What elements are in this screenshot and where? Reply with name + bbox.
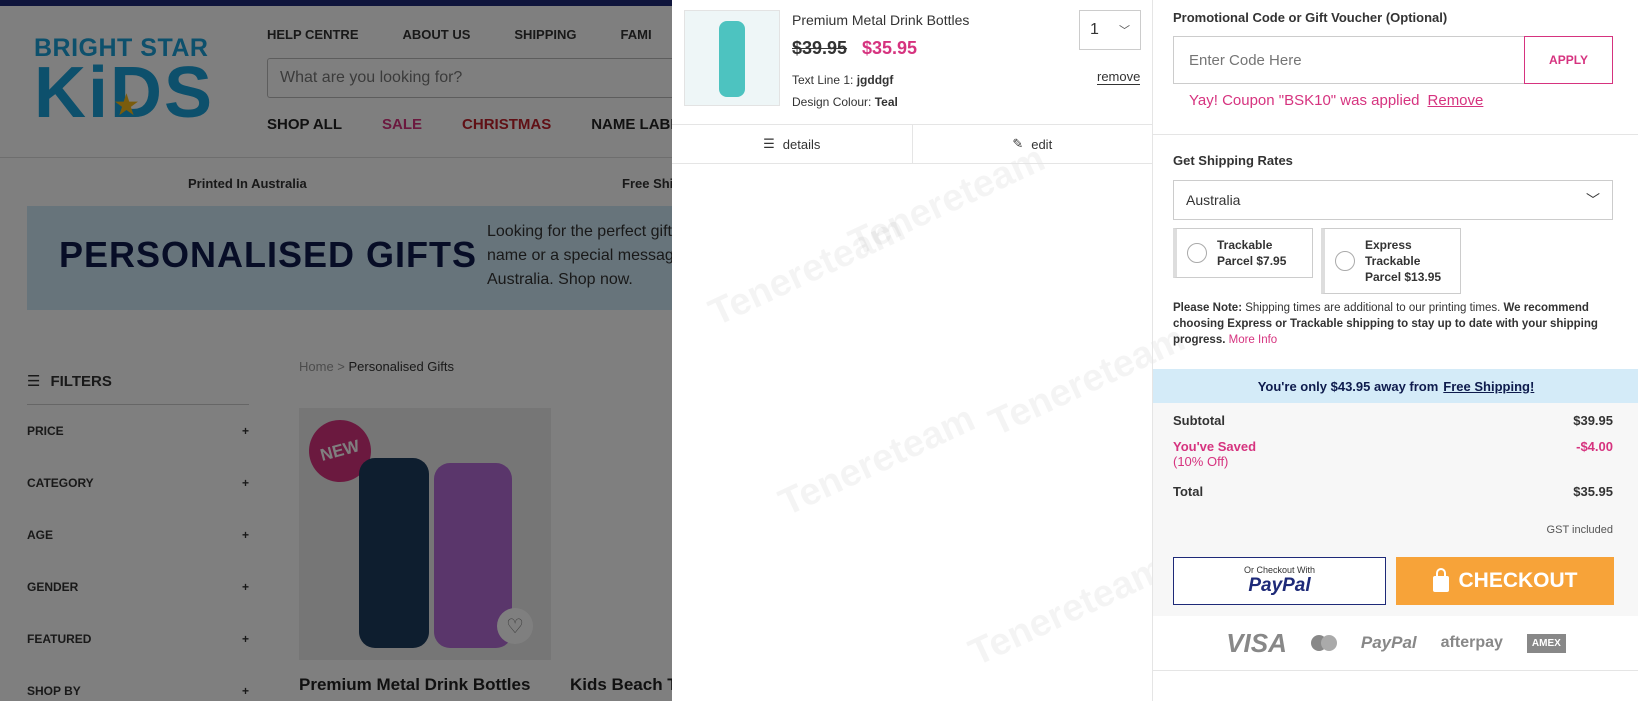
divider [1153, 670, 1638, 671]
afterpay-icon: afterpay [1440, 634, 1503, 651]
pencil-icon: ✎ [1012, 136, 1024, 151]
country-select[interactable]: Australia ﹀ [1173, 180, 1613, 220]
shipping-note: Please Note: Shipping times are addition… [1173, 300, 1618, 348]
bottle-illustration [719, 21, 745, 97]
radio-button[interactable] [1335, 251, 1355, 271]
more-info-link[interactable]: More Info [1229, 334, 1278, 346]
saved-label: You've Saved [1173, 439, 1257, 454]
shipping-option-trackable[interactable]: Trackable Parcel $7.95 [1173, 228, 1313, 278]
promo-code-input[interactable] [1174, 37, 1524, 83]
option-value: Teal [874, 95, 898, 109]
cart-drawer: Tenereteam Tenereteam Tenereteam Teneret… [672, 0, 1638, 701]
shipping-label: Get Shipping Rates [1173, 153, 1293, 168]
subtotal-value: $39.95 [1573, 413, 1613, 428]
saved-value: -$4.00 [1576, 439, 1613, 454]
free-shipping-link[interactable]: Free Shipping! [1443, 379, 1534, 394]
apply-button[interactable]: APPLY [1524, 36, 1613, 84]
coupon-applied-message: Yay! Coupon "BSK10" was applied Remove [1189, 92, 1483, 109]
product-thumbnail[interactable] [684, 10, 780, 106]
free-shipping-banner: You're only $43.95 away from Free Shippin… [1153, 369, 1638, 403]
chevron-down-icon: ﹀ [1586, 192, 1600, 208]
paypal-checkout-button[interactable]: Or Checkout With PayPal [1173, 557, 1386, 605]
visa-icon: VISA [1226, 627, 1287, 658]
mastercard-icon [1310, 635, 1337, 651]
remove-coupon-link[interactable]: Remove [1428, 92, 1484, 109]
saved-labels: You've Saved (10% Off) [1173, 439, 1256, 469]
list-icon: ☰ [763, 136, 775, 151]
remove-item-link[interactable]: remove [1097, 70, 1141, 85]
option-value: jgddgf [856, 73, 894, 87]
gst-note: GST included [1546, 524, 1613, 536]
shipping-option-express[interactable]: Express Trackable Parcel $13.95 [1321, 228, 1461, 294]
paypal-icon: PayPal [1360, 633, 1417, 652]
total-row: Total $35.95 [1173, 484, 1613, 499]
cart-item: Premium Metal Drink Bottles $39.95 $35.9… [672, 0, 1152, 124]
checkout-label: CHECKOUT [1458, 569, 1578, 592]
details-label: details [782, 136, 821, 152]
radio-button[interactable] [1187, 243, 1207, 263]
promo-box: APPLY [1173, 36, 1613, 84]
free-shipping-text: You're only $43.95 away from [1257, 378, 1439, 394]
payment-logos: VISA PayPal afterpay AMEX [1153, 616, 1638, 670]
divider [1153, 134, 1638, 135]
note-text: Shipping times are additional to our pri… [1242, 302, 1504, 314]
paypal-logo: PayPal [1248, 575, 1311, 596]
watermark: Tenereteam [703, 208, 912, 336]
edit-button[interactable]: ✎ edit [913, 125, 1153, 163]
subtotal-label: Subtotal [1173, 413, 1225, 428]
item-old-price: $39.95 [792, 38, 848, 58]
modal-overlay[interactable] [0, 0, 672, 701]
saved-percent: (10% Off) [1173, 454, 1229, 469]
checkout-button[interactable]: CHECKOUT [1396, 557, 1614, 605]
watermark: Tenereteam [773, 398, 982, 526]
shipping-option-label: Trackable Parcel $7.95 [1217, 238, 1287, 268]
total-value: $35.95 [1573, 484, 1613, 499]
quantity-select[interactable]: 1 ﹀ [1079, 10, 1141, 50]
subtotal-row: Subtotal $39.95 [1173, 413, 1613, 428]
edit-label: edit [1031, 136, 1053, 152]
details-button[interactable]: ☰ details [672, 125, 913, 163]
option-label: Text Line 1: [792, 73, 854, 87]
option-label: Design Colour: [792, 95, 872, 109]
note-bold: Please Note: [1173, 302, 1243, 314]
lock-icon [1432, 567, 1449, 592]
promo-label: Promotional Code or Gift Voucher (Option… [1173, 10, 1448, 25]
chevron-down-icon: ﹀ [1119, 25, 1130, 37]
amex-icon: AMEX [1526, 633, 1566, 653]
item-design-colour: Design Colour: Teal [792, 95, 898, 109]
quantity-value: 1 [1090, 21, 1099, 38]
item-text-line: Text Line 1: jgddgf [792, 73, 893, 87]
total-label: Total [1173, 484, 1204, 499]
shipping-option-label: Express Trackable Parcel $13.95 [1365, 238, 1442, 284]
item-actions: ☰ details ✎ edit [672, 124, 1152, 164]
item-name: Premium Metal Drink Bottles [792, 12, 970, 28]
paypal-caption: Or Checkout With [1243, 565, 1316, 575]
saved-row: You've Saved (10% Off) -$4.00 [1173, 439, 1613, 469]
item-new-price: $35.95 [862, 38, 918, 58]
totals-panel: Subtotal $39.95 You've Saved (10% Off) -$4… [1153, 403, 1638, 616]
cart-summary: Promotional Code or Gift Voucher (Option… [1152, 0, 1638, 701]
watermark: Tenereteam [963, 548, 1172, 676]
country-value: Australia [1186, 192, 1241, 208]
coupon-text: Yay! Coupon "BSK10" was applied [1189, 92, 1420, 109]
